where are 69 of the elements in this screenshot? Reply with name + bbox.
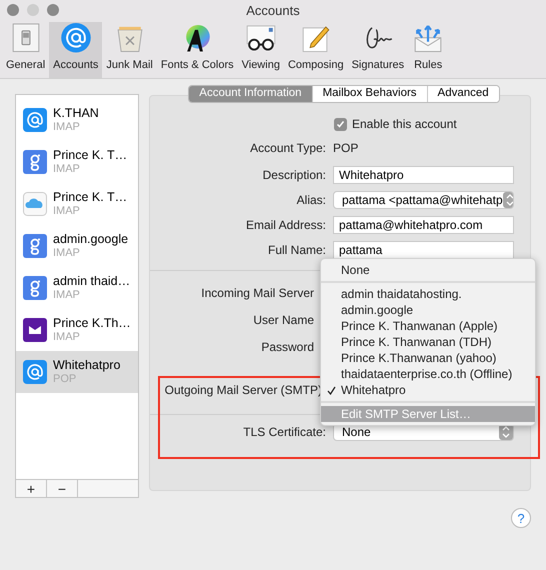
- field-label: Incoming Mail Server: [200, 284, 314, 302]
- checkmark-icon: [336, 120, 345, 128]
- close-button[interactable]: [7, 4, 19, 16]
- toolbar-tab[interactable]: Junk Mail: [102, 22, 157, 78]
- menu-item[interactable]: None: [321, 262, 535, 278]
- help-button[interactable]: ?: [511, 508, 531, 528]
- account-name: Whitehatpro: [53, 358, 120, 372]
- toolbar-tab[interactable]: Accounts: [49, 22, 102, 78]
- toolbar-tab[interactable]: Composing: [284, 22, 348, 78]
- account-type: IMAP: [53, 120, 81, 134]
- envelope-icon: [23, 318, 47, 342]
- text-field[interactable]: pattama: [333, 240, 514, 258]
- account-item[interactable]: Prince K.Th… IMAP: [16, 309, 138, 351]
- field-label: Password: [260, 338, 314, 356]
- enable-checkbox[interactable]: [334, 118, 347, 130]
- text-field[interactable]: pattama@whitehatpro.com: [333, 216, 514, 234]
- toolbar-tab[interactable]: Signatures: [348, 22, 408, 78]
- cloud-icon: [23, 192, 47, 216]
- account-type: IMAP: [53, 246, 81, 260]
- account-name: admin.google: [53, 232, 128, 246]
- account-name: Prince K. T…: [53, 148, 128, 162]
- account-type: IMAP: [53, 330, 81, 344]
- remove-account-button[interactable]: −: [47, 480, 78, 497]
- account-name: Prince K.Th…: [53, 316, 131, 330]
- field-label: Account Type:: [249, 140, 326, 157]
- stepper-icon: [502, 192, 513, 208]
- account-item[interactable]: admin.google IMAP: [16, 225, 138, 267]
- account-name: K.THAN: [53, 106, 99, 120]
- menu-item[interactable]: thaidataenterprise.co.th (Offline): [321, 366, 535, 382]
- account-item[interactable]: admin thaid… IMAP: [16, 267, 138, 309]
- account-type: IMAP: [53, 204, 81, 218]
- zoom-button[interactable]: [47, 4, 59, 16]
- account-item[interactable]: Prince K. T… IMAP: [16, 141, 138, 183]
- g-letter-icon: [23, 234, 47, 258]
- account-type: IMAP: [53, 288, 81, 302]
- toolbar-tab[interactable]: Viewing: [238, 22, 284, 78]
- field-label: Email Address:: [244, 216, 326, 234]
- account-type: IMAP: [53, 162, 81, 176]
- checkmark-icon: [326, 386, 336, 394]
- toolbar-tab[interactable]: Rules: [408, 22, 448, 78]
- menu-item[interactable]: admin thaidatahosting.: [321, 286, 535, 302]
- g-letter-icon: [23, 150, 47, 174]
- window-title: Accounts: [246, 2, 300, 20]
- menu-item[interactable]: Prince K.Thanwanan (yahoo): [321, 350, 535, 366]
- menu-item[interactable]: Prince K. Thanwanan (Apple): [321, 318, 535, 334]
- account-name: admin thaid…: [53, 274, 130, 288]
- field-label: Alias:: [296, 192, 326, 208]
- text-field[interactable]: Whitehatpro: [333, 166, 514, 184]
- account-item[interactable]: K.THAN IMAP: [16, 99, 138, 141]
- g-letter-icon: [23, 276, 47, 300]
- field-label: Full Name:: [266, 242, 326, 258]
- account-item[interactable]: Prince K. T… IMAP: [16, 183, 138, 225]
- at-sign-icon: [60, 22, 92, 54]
- alias-popup[interactable]: pattama <pattama@whitehatp: [333, 190, 514, 208]
- account-name: Prince K. T…: [53, 190, 128, 204]
- switch-icon: [10, 22, 42, 54]
- field-label: TLS Certificate:: [242, 424, 326, 441]
- field-label: Description:: [262, 166, 326, 184]
- add-account-button[interactable]: +: [16, 480, 47, 497]
- field-label: User Name: [252, 312, 314, 328]
- checkbox-label: Enable this account: [352, 116, 457, 133]
- menu-item[interactable]: Whitehatpro: [321, 382, 535, 398]
- toolbar-tab[interactable]: General: [2, 22, 50, 78]
- field-value: POP: [333, 140, 358, 157]
- menu-item[interactable]: admin.google: [321, 302, 535, 318]
- at-sign-icon: [23, 108, 47, 132]
- toolbar-tab[interactable]: Fonts & Colors: [156, 22, 238, 78]
- menu-item[interactable]: Prince K. Thanwanan (TDH): [321, 334, 535, 350]
- at-sign-icon: [23, 360, 47, 384]
